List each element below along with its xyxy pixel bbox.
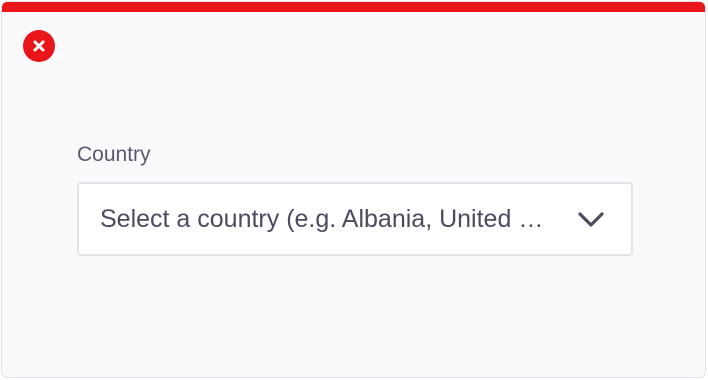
error-accent-bar: [2, 2, 705, 12]
chevron-down-icon[interactable]: [577, 209, 605, 229]
error-icon: [23, 30, 55, 62]
form-card: Country Select a country (e.g. Albania, …: [1, 1, 706, 378]
country-select-placeholder: Select a country (e.g. Albania, United S…: [100, 205, 555, 233]
country-select[interactable]: Select a country (e.g. Albania, United S…: [77, 182, 633, 256]
country-label: Country: [77, 143, 151, 166]
close-icon: [33, 40, 45, 52]
